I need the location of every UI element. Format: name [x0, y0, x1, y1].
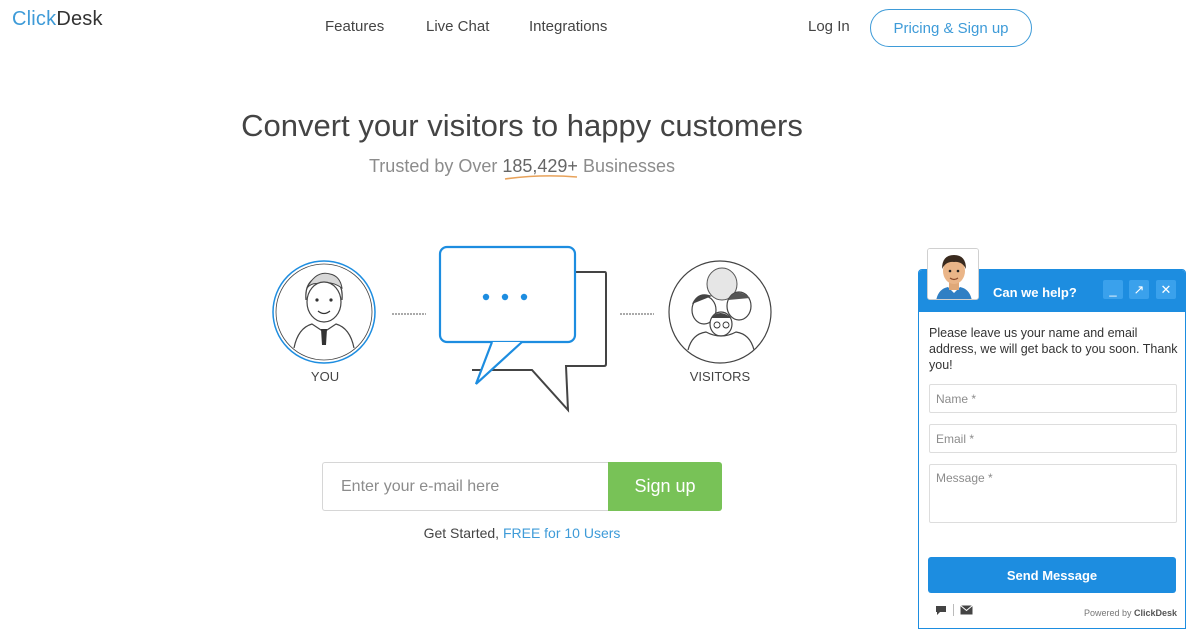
signup-button[interactable]: Sign up [608, 462, 722, 511]
footer-divider [953, 604, 954, 616]
name-field[interactable] [929, 384, 1177, 413]
agent-avatar [927, 248, 979, 300]
get-started-text: Get Started, FREE for 10 Users [322, 525, 722, 541]
powered-brand[interactable]: ClickDesk [1134, 608, 1177, 618]
nav-live-chat[interactable]: Live Chat [426, 18, 489, 35]
started-prefix: Get Started, [423, 525, 503, 541]
hero-sub-prefix: Trusted by Over [368, 156, 503, 176]
free-users-link[interactable]: FREE for 10 Users [503, 525, 620, 541]
popout-icon[interactable]: ↗ [1129, 280, 1149, 299]
visitors-group-icon [668, 260, 772, 364]
close-icon[interactable]: ✕ [1156, 280, 1176, 299]
hero-sub-suffix: Businesses [577, 156, 675, 176]
message-field[interactable] [929, 464, 1177, 523]
you-label: YOU [310, 369, 340, 384]
send-message-button[interactable]: Send Message [928, 557, 1176, 593]
count-underline-decoration [504, 175, 578, 180]
chat-widget-title: Can we help? [993, 285, 1077, 300]
nav-features[interactable]: Features [325, 18, 384, 35]
chat-illustration [272, 245, 772, 413]
widget-footer-icons [935, 604, 973, 616]
envelope-icon[interactable] [960, 605, 973, 615]
minimize-icon[interactable]: _ [1103, 280, 1123, 299]
chat-widget: Can we help? _ ↗ ✕ Please leave us your … [918, 269, 1186, 629]
nav-integrations[interactable]: Integrations [529, 18, 607, 35]
email-field[interactable] [929, 424, 1177, 453]
you-avatar-icon [272, 260, 376, 364]
chat-widget-message: Please leave us your name and email addr… [929, 326, 1178, 372]
visitors-label: VISITORS [689, 369, 751, 384]
business-count: 185,429+ [502, 156, 578, 176]
pricing-signup-button[interactable]: Pricing & Sign up [870, 9, 1032, 47]
email-input[interactable] [322, 462, 609, 511]
login-link[interactable]: Log In [808, 18, 850, 35]
powered-by: Powered by ClickDesk [1084, 608, 1177, 618]
agent-avatar-icon [928, 249, 978, 299]
chat-bubble-icon[interactable] [935, 605, 947, 616]
hero-title: Convert your visitors to happy customers [241, 108, 803, 143]
powered-prefix: Powered by [1083, 608, 1134, 618]
